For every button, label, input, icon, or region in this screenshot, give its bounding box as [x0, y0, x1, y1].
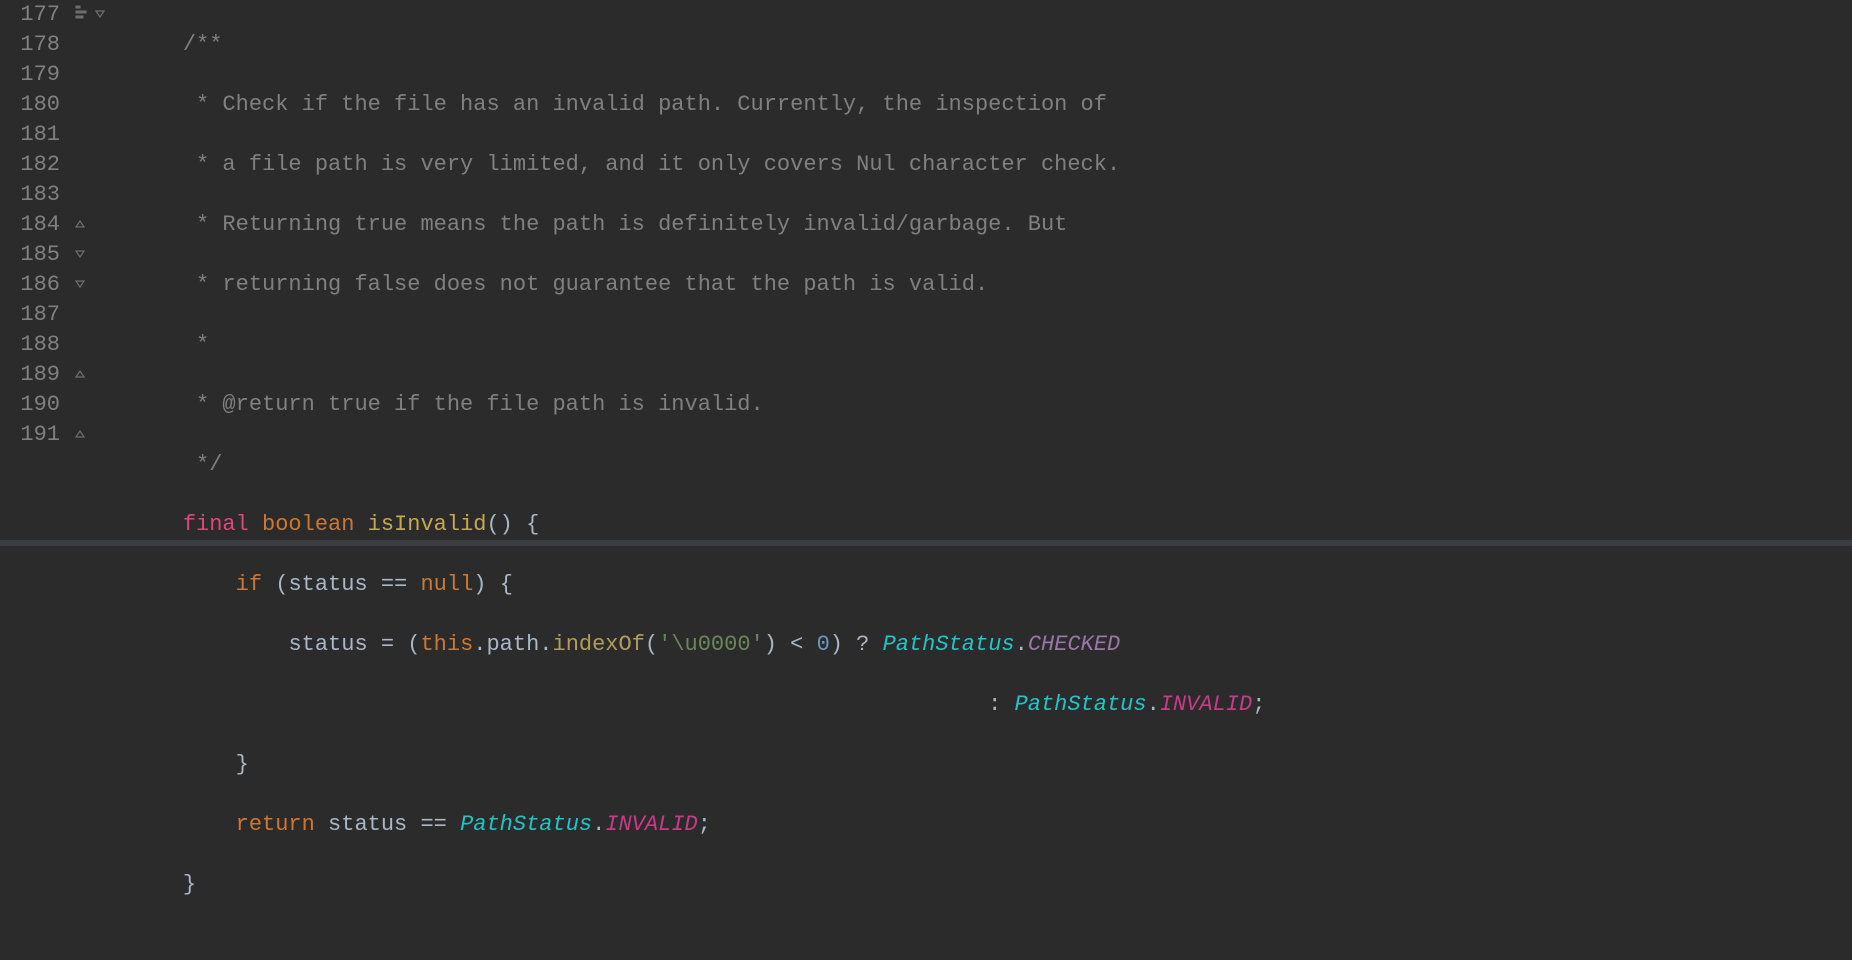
fold-open-icon[interactable] — [94, 0, 106, 30]
code-line[interactable]: } — [130, 750, 1852, 780]
comment-text: /** — [183, 32, 223, 57]
enum-constant: INVALID — [605, 812, 697, 837]
code-line[interactable]: * Check if the file has an invalid path.… — [130, 90, 1852, 120]
code-line[interactable]: return status == PathStatus.INVALID; — [130, 810, 1852, 840]
keyword-this: this — [420, 632, 473, 657]
enum-constant: INVALID — [1160, 692, 1252, 717]
line-number: 178 — [0, 30, 60, 60]
method-call: indexOf — [553, 632, 645, 657]
line-number: 187 — [0, 300, 60, 330]
keyword-null: null — [420, 572, 473, 597]
code-line[interactable]: final boolean isInvalid() { — [130, 510, 1852, 540]
string-literal: '\u0000' — [658, 632, 764, 657]
fold-close-icon[interactable] — [74, 360, 86, 390]
code-line[interactable]: if (status == null) { — [130, 570, 1852, 600]
keyword-if: if — [236, 572, 262, 597]
line-number: 190 — [0, 390, 60, 420]
fold-close-icon[interactable] — [74, 210, 86, 240]
fold-gutter — [70, 0, 130, 546]
comment-text: * @return true if the file path is inval… — [196, 392, 764, 417]
line-number: 185 — [0, 240, 60, 270]
comment-text: * a file path is very limited, and it on… — [196, 152, 1120, 177]
line-number: 177 — [0, 0, 60, 30]
comment-text: * Check if the file has an invalid path.… — [196, 92, 1107, 117]
line-number: 179 — [0, 60, 60, 90]
code-line[interactable]: * @return true if the file path is inval… — [130, 390, 1852, 420]
keyword-boolean: boolean — [262, 512, 354, 537]
line-number-gutter: 177 178 179 180 181 182 183 184 185 186 … — [0, 0, 70, 546]
code-area[interactable]: /** * Check if the file has an invalid p… — [130, 0, 1852, 546]
fold-close-icon[interactable] — [74, 420, 86, 450]
type-name: PathStatus — [460, 812, 592, 837]
method-name: isInvalid — [368, 512, 487, 537]
code-line[interactable]: /** — [130, 30, 1852, 60]
identifier: status — [288, 572, 367, 597]
keyword-return: return — [236, 812, 315, 837]
code-line[interactable]: * returning false does not guarantee tha… — [130, 270, 1852, 300]
line-number: 191 — [0, 420, 60, 450]
code-line[interactable]: } — [130, 870, 1852, 900]
line-number: 180 — [0, 90, 60, 120]
code-editor[interactable]: 177 178 179 180 181 182 183 184 185 186 … — [0, 0, 1852, 546]
comment-text: * — [196, 332, 209, 357]
identifier: status — [328, 812, 407, 837]
code-line[interactable]: * a file path is very limited, and it on… — [130, 150, 1852, 180]
comment-text: */ — [196, 452, 222, 477]
line-number: 181 — [0, 120, 60, 150]
line-number: 183 — [0, 180, 60, 210]
fold-open-icon[interactable] — [74, 240, 86, 270]
line-number: 182 — [0, 150, 60, 180]
fold-open-icon[interactable] — [74, 270, 86, 300]
line-number: 188 — [0, 330, 60, 360]
type-name: PathStatus — [1015, 692, 1147, 717]
identifier: status — [288, 632, 367, 657]
comment-text: * returning false does not guarantee tha… — [196, 272, 988, 297]
scrollbar-track[interactable] — [0, 540, 1852, 546]
comment-text: * Returning true means the path is defin… — [196, 212, 1067, 237]
code-line[interactable]: status = (this.path.indexOf('\u0000') < … — [130, 630, 1852, 660]
type-name: PathStatus — [883, 632, 1015, 657]
line-number: 184 — [0, 210, 60, 240]
code-line[interactable]: * Returning true means the path is defin… — [130, 210, 1852, 240]
code-line[interactable]: * — [130, 330, 1852, 360]
line-number: 186 — [0, 270, 60, 300]
code-line[interactable]: : PathStatus.INVALID; — [130, 690, 1852, 720]
structure-icon[interactable] — [74, 0, 90, 30]
line-number: 189 — [0, 360, 60, 390]
keyword-final: final — [183, 512, 249, 537]
number-literal: 0 — [817, 632, 830, 657]
enum-constant: CHECKED — [1028, 632, 1120, 657]
code-line[interactable]: */ — [130, 450, 1852, 480]
